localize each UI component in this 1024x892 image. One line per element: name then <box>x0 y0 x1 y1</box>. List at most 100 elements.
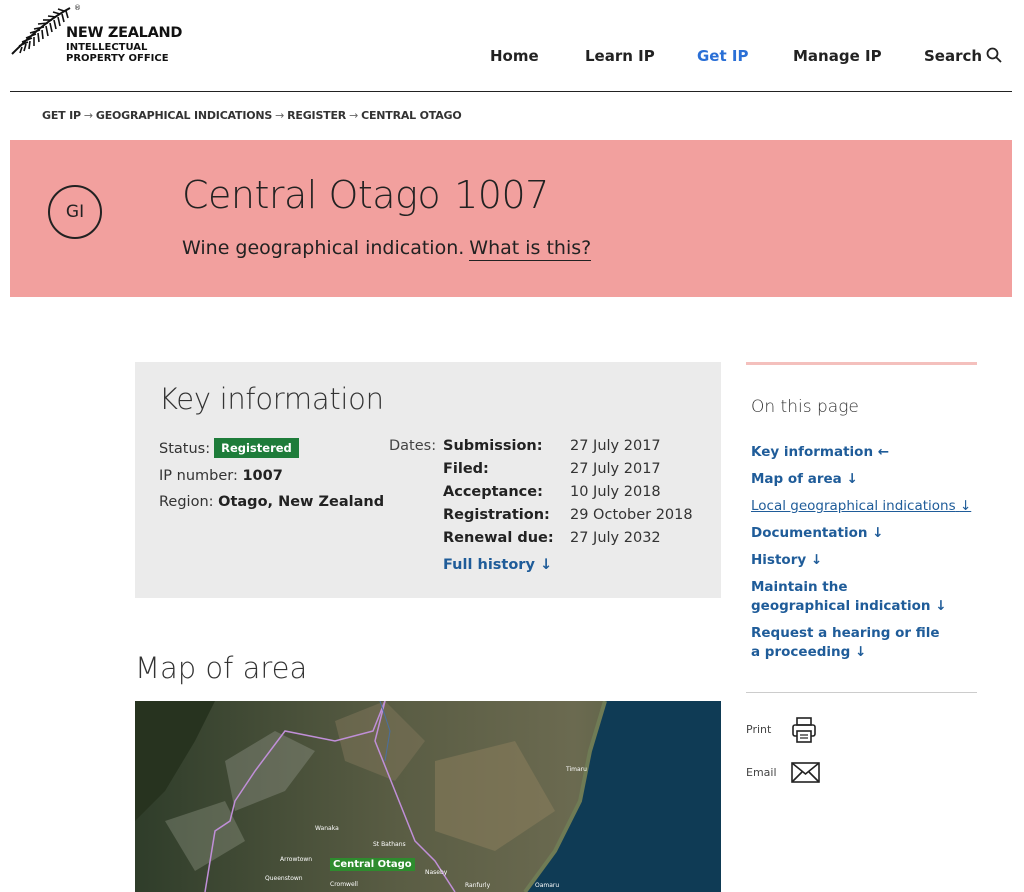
email-label[interactable]: Email <box>746 766 777 779</box>
date-value: 27 July 2032 <box>570 530 661 546</box>
region-label: Region: <box>159 494 214 510</box>
map-label-st-bathans: St Bathans <box>373 841 406 848</box>
full-history-link[interactable]: Full history ↓ <box>443 557 552 573</box>
date-value: 10 July 2018 <box>570 484 661 500</box>
status-label: Status: <box>159 441 211 457</box>
date-row-renewal: Renewal due: 27 July 2032 <box>443 530 661 546</box>
toc-label: Local geographical indications <box>751 498 956 514</box>
toc-label: Request a hearing or file a proceeding <box>751 625 940 660</box>
map-region-label: Central Otago <box>330 858 415 871</box>
date-label: Registration: <box>443 507 550 523</box>
map-label-naseby: Naseby <box>425 869 448 876</box>
toc-label: Maintain the geographical indication <box>751 579 931 614</box>
date-value: 29 October 2018 <box>570 507 693 523</box>
what-is-this-link[interactable]: What is this? <box>469 237 592 261</box>
page-title-number: 1007 <box>454 173 549 217</box>
nav-search-label: Search <box>924 47 983 65</box>
toc-label: Map of area <box>751 471 842 487</box>
arrow-down-icon: ↓ <box>846 471 858 487</box>
nav-home[interactable]: Home <box>490 47 539 69</box>
satellite-map-image <box>135 701 721 892</box>
map-label-timaru: Timaru <box>566 766 587 773</box>
breadcrumb-current: CENTRAL OTAGO <box>361 109 462 122</box>
toc-map-of-area[interactable]: Map of area ↓ <box>751 470 858 489</box>
map-label-wanaka: Wanaka <box>315 825 339 832</box>
date-label: Filed: <box>443 461 489 477</box>
breadcrumb-separator: → <box>83 109 93 122</box>
breadcrumb-get-ip[interactable]: GET IP <box>42 109 81 122</box>
date-label: Acceptance: <box>443 484 543 500</box>
dates-label: Dates: <box>389 438 437 454</box>
toc-label: History <box>751 552 807 568</box>
arrow-down-icon: ↓ <box>959 498 972 514</box>
map-label-oamaru: Oamaru <box>535 882 560 889</box>
nav-learn-ip[interactable]: Learn IP <box>585 47 655 69</box>
toc-label: Documentation <box>751 525 868 541</box>
date-row-filed: Filed: 27 July 2017 <box>443 461 661 477</box>
logo-text-line3: PROPERTY OFFICE <box>66 53 169 64</box>
region-value: Otago, New Zealand <box>218 494 385 510</box>
region-row: Region: Otago, New Zealand <box>159 494 384 510</box>
print-label[interactable]: Print <box>746 723 771 736</box>
arrow-down-icon: ↓ <box>855 644 867 660</box>
ip-number-value: 1007 <box>242 468 283 484</box>
arrow-down-icon: ↓ <box>539 557 553 573</box>
breadcrumb-register[interactable]: REGISTER <box>287 109 346 122</box>
sidebar-bottom-divider <box>746 692 977 693</box>
envelope-icon[interactable] <box>791 762 820 783</box>
hero-subtitle: Wine geographical indication. What is thi… <box>182 237 592 261</box>
toc-documentation[interactable]: Documentation ↓ <box>751 524 883 543</box>
nav-manage-ip[interactable]: Manage IP <box>793 47 882 69</box>
arrow-down-icon: ↓ <box>810 552 823 568</box>
map-label-ranfurly: Ranfurly <box>465 882 491 889</box>
toc-key-information[interactable]: Key information ← <box>751 443 889 462</box>
map-of-area[interactable]: Timaru Wanaka St Bathans Arrowtown Queen… <box>135 701 721 892</box>
page-title: Central Otago 1007 <box>182 173 549 217</box>
nav-search[interactable]: Search <box>924 47 1002 69</box>
registered-mark: ® <box>74 4 81 12</box>
toc-local-geographical-indications[interactable]: Local geographical indications ↓ <box>751 497 971 516</box>
toc-maintain-geographical-indication[interactable]: Maintain the geographical indication ↓ <box>751 578 951 616</box>
silver-fern-icon <box>11 7 71 55</box>
breadcrumb-separator: → <box>349 109 359 122</box>
sidebar-top-divider <box>746 362 977 365</box>
map-label-queenstown: Queenstown <box>265 875 303 882</box>
header-divider <box>10 91 1012 92</box>
breadcrumb: GET IP → GEOGRAPHICAL INDICATIONS → REGISTER… <box>42 109 462 122</box>
map-label-cromwell: Cromwell <box>330 881 358 888</box>
date-value: 27 July 2017 <box>570 461 661 477</box>
toc-label: Key information <box>751 444 874 460</box>
breadcrumb-separator: → <box>275 109 285 122</box>
map-of-area-heading: Map of area <box>135 651 308 685</box>
status-badge: Registered <box>214 438 299 458</box>
printer-icon[interactable] <box>791 716 817 744</box>
ip-number-label: IP number: <box>159 468 238 484</box>
date-label: Submission: <box>443 438 543 454</box>
logo-text-line2: INTELLECTUAL <box>66 42 148 53</box>
map-label-arrowtown: Arrowtown <box>280 856 313 863</box>
date-row-acceptance: Acceptance: 10 July 2018 <box>443 484 661 500</box>
date-row-submission: Submission: 27 July 2017 <box>443 438 661 454</box>
on-this-page-heading: On this page <box>751 397 859 417</box>
hero-subtitle-text: Wine geographical indication. <box>182 237 465 259</box>
hero-banner: GI Central Otago 1007 Wine geographical i… <box>10 140 1012 297</box>
full-history-label: Full history <box>443 557 535 573</box>
nz-ipo-logo[interactable]: ® NEW ZEALAND INTELLECTUAL PROPERTY OFFI… <box>10 4 190 66</box>
date-label: Renewal due: <box>443 530 554 546</box>
date-row-registration: Registration: 29 October 2018 <box>443 507 693 523</box>
page-title-name: Central Otago <box>182 173 441 217</box>
arrow-left-icon: ← <box>877 444 890 460</box>
breadcrumb-geographical-indications[interactable]: GEOGRAPHICAL INDICATIONS <box>96 109 272 122</box>
arrow-down-icon: ↓ <box>872 525 884 541</box>
key-information-heading: Key information <box>159 382 384 416</box>
key-information-panel: Key information Status: Registered IP num… <box>135 362 721 598</box>
status-row: Status: Registered <box>159 438 299 458</box>
gi-badge-icon: GI <box>48 185 102 239</box>
toc-history[interactable]: History ↓ <box>751 551 822 570</box>
logo-text-line1: NEW ZEALAND <box>66 25 183 41</box>
date-value: 27 July 2017 <box>570 438 661 454</box>
nav-get-ip[interactable]: Get IP <box>697 47 748 69</box>
arrow-down-icon: ↓ <box>935 598 947 614</box>
search-icon <box>986 47 1002 63</box>
toc-request-hearing[interactable]: Request a hearing or file a proceeding ↓ <box>751 624 951 662</box>
